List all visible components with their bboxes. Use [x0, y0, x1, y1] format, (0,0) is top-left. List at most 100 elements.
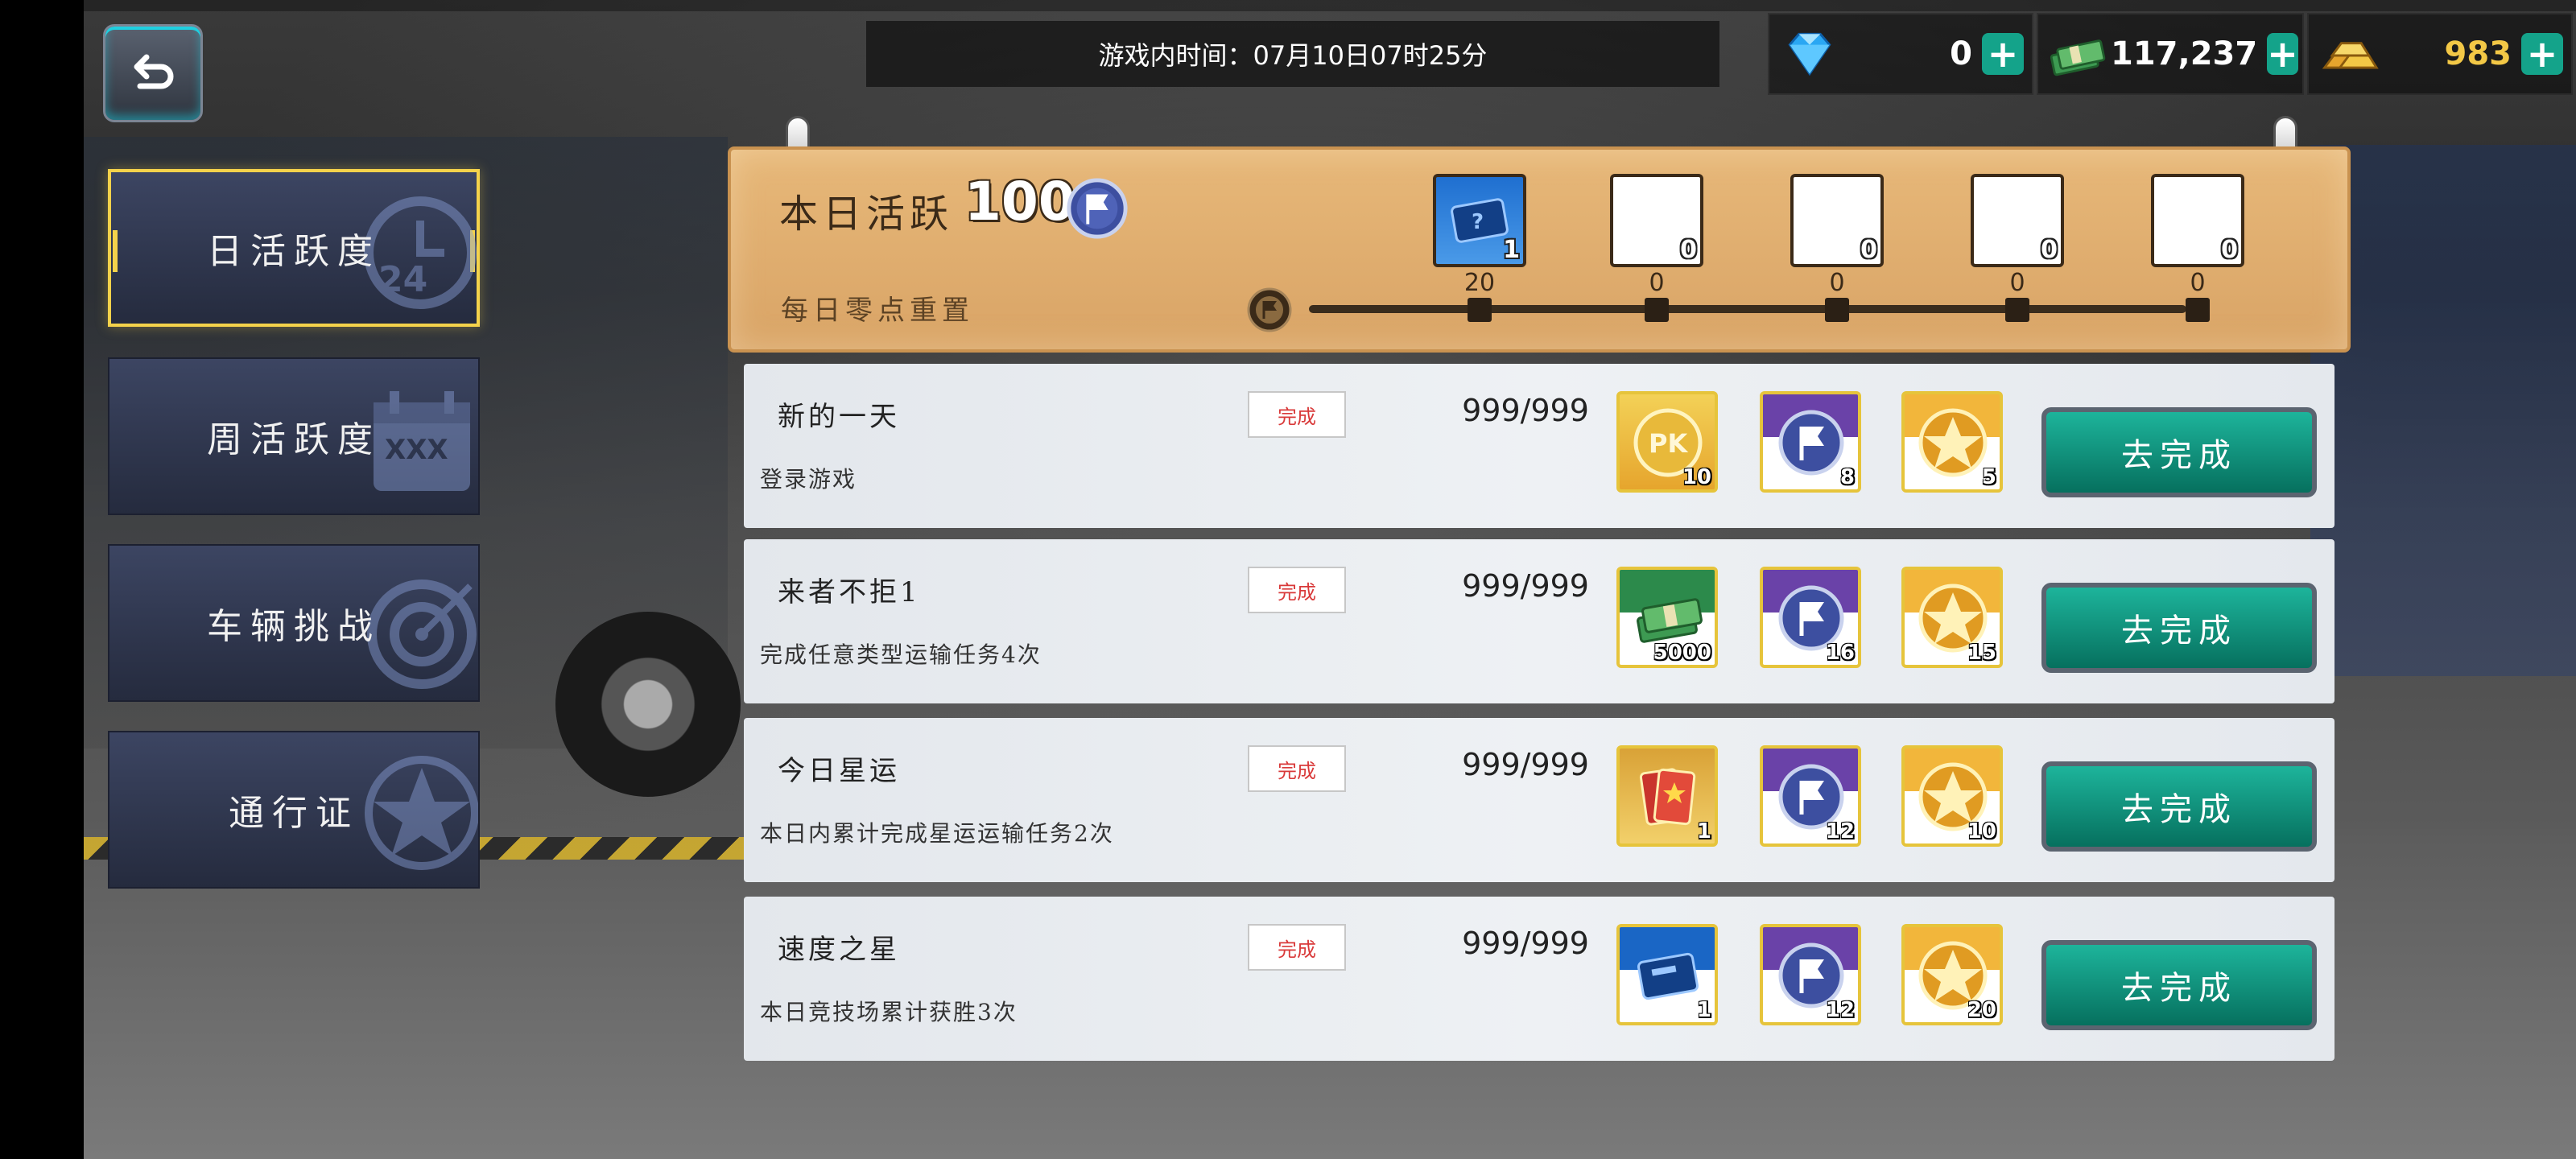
task-name: 新的一天: [778, 401, 900, 433]
tab-label: 日活跃度: [207, 231, 381, 272]
svg-text:?: ?: [1472, 210, 1484, 234]
milestone-count: 0: [2041, 236, 2058, 264]
tab-label: 周活跃度: [207, 419, 381, 460]
daily-activity-panel: 本日活跃 100 每日零点重置 ? 1 20 0 0 0 0 0 0 0 0: [728, 146, 2351, 353]
milestone-box: 0: [1790, 174, 1884, 267]
task-name: 速度之星: [778, 934, 900, 966]
tab-label: 通行证: [229, 793, 359, 834]
go-complete-button[interactable]: 去完成: [2041, 940, 2317, 1030]
reward-item[interactable]: 1: [1616, 924, 1718, 1025]
reward-count: 12: [1825, 998, 1855, 1022]
task-row: 速度之星 本日竞技场累计获胜3次 完成 999/999 1 12 20 去完成: [744, 897, 2334, 1061]
milestone-chest[interactable]: ? 1 20: [1433, 174, 1526, 322]
currency-gold: 983 +: [2307, 13, 2573, 95]
milestone-requirement: 0: [2190, 269, 2206, 297]
task-row: 新的一天 登录游戏 完成 999/999 PK 10 8 5 去完成: [744, 364, 2334, 528]
status-badge: 完成: [1248, 567, 1346, 613]
milestone-chest[interactable]: 0 0: [2151, 174, 2244, 322]
reward-count: 1: [1696, 998, 1711, 1022]
milestone-requirement: 0: [1829, 269, 1845, 297]
currency-cash: 117,237 +: [2037, 13, 2304, 95]
milestone-requirement: 0: [2009, 269, 2025, 297]
flag-token-icon: [1247, 287, 1292, 332]
tab-vehicle-challenge[interactable]: 车辆挑战: [108, 544, 480, 702]
add-gold-button[interactable]: +: [2521, 33, 2563, 75]
status-badge: 完成: [1248, 924, 1346, 971]
svg-text:XXX: XXX: [385, 434, 448, 466]
reward-item[interactable]: 8: [1760, 391, 1861, 493]
milestone-box: 0: [2151, 174, 2244, 267]
reward-count: 5: [1981, 465, 1996, 489]
milestone-count: 0: [1680, 236, 1697, 264]
milestone-box: 0: [1610, 174, 1703, 267]
milestone-count: 0: [2221, 236, 2238, 264]
milestone-box: ? 1: [1433, 174, 1526, 267]
reward-count: 8: [1839, 465, 1855, 489]
tab-weekly-activity[interactable]: XXX 周活跃度: [108, 357, 480, 515]
milestone-chest[interactable]: 0 0: [1790, 174, 1884, 322]
task-progress: 999/999: [1462, 568, 1589, 604]
gold-bars-icon: [2317, 22, 2381, 86]
task-progress: 999/999: [1462, 747, 1589, 782]
go-complete-button[interactable]: 去完成: [2041, 761, 2317, 852]
milestone-node: [1468, 298, 1492, 322]
flag-token-icon: [1067, 178, 1128, 239]
task-description: 本日内累计完成星运运输任务2次: [760, 820, 1114, 847]
activity-reset-note: 每日零点重置: [781, 295, 974, 327]
task-progress: 999/999: [1462, 926, 1589, 961]
gold-amount: 983: [2444, 35, 2512, 72]
milestone-chest[interactable]: 0 0: [1971, 174, 2064, 322]
reward-item[interactable]: 12: [1760, 745, 1861, 847]
return-arrow-icon: [134, 54, 174, 89]
currency-diamond: 0 +: [1768, 13, 2033, 95]
reward-count: 15: [1967, 641, 1996, 665]
go-complete-button[interactable]: 去完成: [2041, 583, 2317, 673]
task-row: 今日星运 本日内累计完成星运运输任务2次 完成 999/999 1 12 10 …: [744, 718, 2334, 882]
cash-stack-icon: [2046, 22, 2111, 86]
reward-count: 10: [1682, 465, 1711, 489]
milestone-node: [2005, 298, 2029, 322]
add-cash-button[interactable]: +: [2267, 33, 2298, 75]
milestone-node: [1825, 298, 1849, 322]
svg-text:24: 24: [378, 259, 427, 300]
task-description: 本日竞技场累计获胜3次: [760, 999, 1018, 1025]
reward-count: 5000: [1653, 641, 1711, 665]
tab-pass[interactable]: 通行证: [108, 731, 480, 889]
reward-item[interactable]: 5000: [1616, 567, 1718, 668]
reward-item[interactable]: PK 10: [1616, 391, 1718, 493]
tab-daily-activity[interactable]: 24 日活跃度: [108, 169, 480, 327]
back-button[interactable]: [103, 24, 203, 122]
reward-item[interactable]: 1: [1616, 745, 1718, 847]
reward-item[interactable]: 5: [1901, 391, 2003, 493]
screen-edge: [0, 0, 84, 1159]
milestone-requirement: 20: [1463, 269, 1496, 297]
milestone-chest[interactable]: 0 0: [1610, 174, 1703, 322]
tab-active-marker: [113, 230, 118, 272]
status-badge: 完成: [1248, 391, 1346, 438]
task-name: 来者不拒1: [778, 576, 921, 608]
add-diamond-button[interactable]: +: [1982, 33, 2024, 75]
game-time-bar: 游戏内时间：07月10日07时25分: [866, 21, 1719, 87]
star-emblem-icon: [365, 756, 478, 870]
reward-count: 16: [1825, 641, 1855, 665]
milestone-box: 0: [1971, 174, 2064, 267]
task-progress: 999/999: [1462, 393, 1589, 428]
task-description: 登录游戏: [760, 466, 857, 493]
reward-count: 20: [1967, 998, 1996, 1022]
tab-label: 车辆挑战: [207, 606, 381, 647]
task-description: 完成任意类型运输任务4次: [760, 641, 1042, 668]
reward-item[interactable]: 12: [1760, 924, 1861, 1025]
go-complete-button[interactable]: 去完成: [2041, 407, 2317, 497]
activity-progress-track: [1309, 305, 2186, 313]
diamond-amount: 0: [1950, 35, 1972, 72]
reward-count: 10: [1967, 819, 1996, 843]
status-badge: 完成: [1248, 745, 1346, 792]
ceiling-beam: [84, 0, 2576, 11]
reward-item[interactable]: 16: [1760, 567, 1861, 668]
reward-item[interactable]: 15: [1901, 567, 2003, 668]
reward-item[interactable]: 20: [1901, 924, 2003, 1025]
game-time-text: 游戏内时间：07月10日07时25分: [1098, 40, 1488, 71]
reward-item[interactable]: 10: [1901, 745, 2003, 847]
reward-count: 1: [1696, 819, 1711, 843]
task-name: 今日星运: [778, 755, 900, 787]
